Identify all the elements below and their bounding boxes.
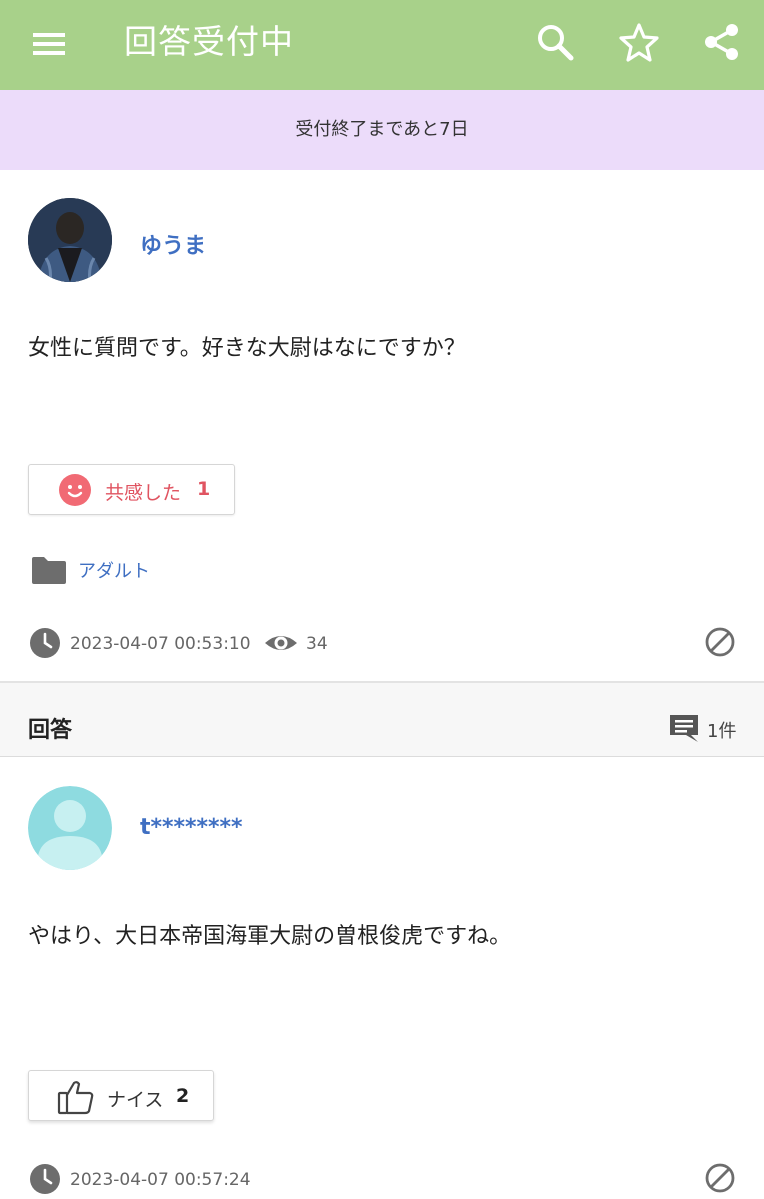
nice-label: ナイス (107, 1089, 164, 1111)
category-link[interactable]: アダルト (78, 557, 150, 583)
answer-avatar[interactable] (28, 786, 112, 870)
answers-heading: 回答 (28, 718, 73, 743)
answer-timestamp: 2023-04-07 00:57:24 (70, 1170, 251, 1190)
block-icon[interactable] (704, 626, 736, 658)
comment-icon (670, 715, 698, 742)
question-timestamp: 2023-04-07 00:53:10 (70, 634, 251, 654)
thumbs-up-icon (57, 1081, 94, 1115)
clock-icon (30, 1164, 60, 1194)
empathy-count: 1 (197, 478, 211, 500)
menu-icon[interactable] (30, 26, 68, 62)
answer-text: やはり、大日本帝国海軍大尉の曽根俊虎ですね。 (28, 924, 512, 949)
page-title: 回答受付中 (124, 22, 294, 61)
clock-icon (30, 628, 60, 658)
empathy-label: 共感した (105, 482, 182, 504)
deadline-notice: 受付終了まであと7日 (0, 90, 764, 170)
answers-header: 回答 1件 (0, 683, 764, 757)
folder-icon (32, 557, 66, 584)
avatar[interactable] (28, 198, 112, 282)
default-user-icon (28, 786, 112, 870)
app-bar: 回答受付中 (0, 0, 764, 90)
share-icon[interactable] (700, 20, 744, 64)
question-text: 女性に質問です。好きな大尉はなにですか？ (28, 336, 466, 361)
answer-count: 1件 (707, 721, 737, 742)
user-photo (28, 198, 112, 282)
author-name[interactable]: ゆうま (140, 228, 206, 260)
empathy-button[interactable]: 共感した 1 (28, 464, 235, 515)
star-outline-icon[interactable] (617, 20, 661, 64)
view-count: 34 (306, 634, 328, 654)
block-icon[interactable] (704, 1162, 736, 1194)
nice-count: 2 (176, 1085, 190, 1107)
search-icon[interactable] (533, 20, 577, 64)
eye-icon (265, 636, 297, 650)
answer-author-name[interactable]: t******** (140, 815, 243, 840)
smiley-face-icon (59, 474, 91, 506)
nice-button[interactable]: ナイス 2 (28, 1070, 214, 1121)
